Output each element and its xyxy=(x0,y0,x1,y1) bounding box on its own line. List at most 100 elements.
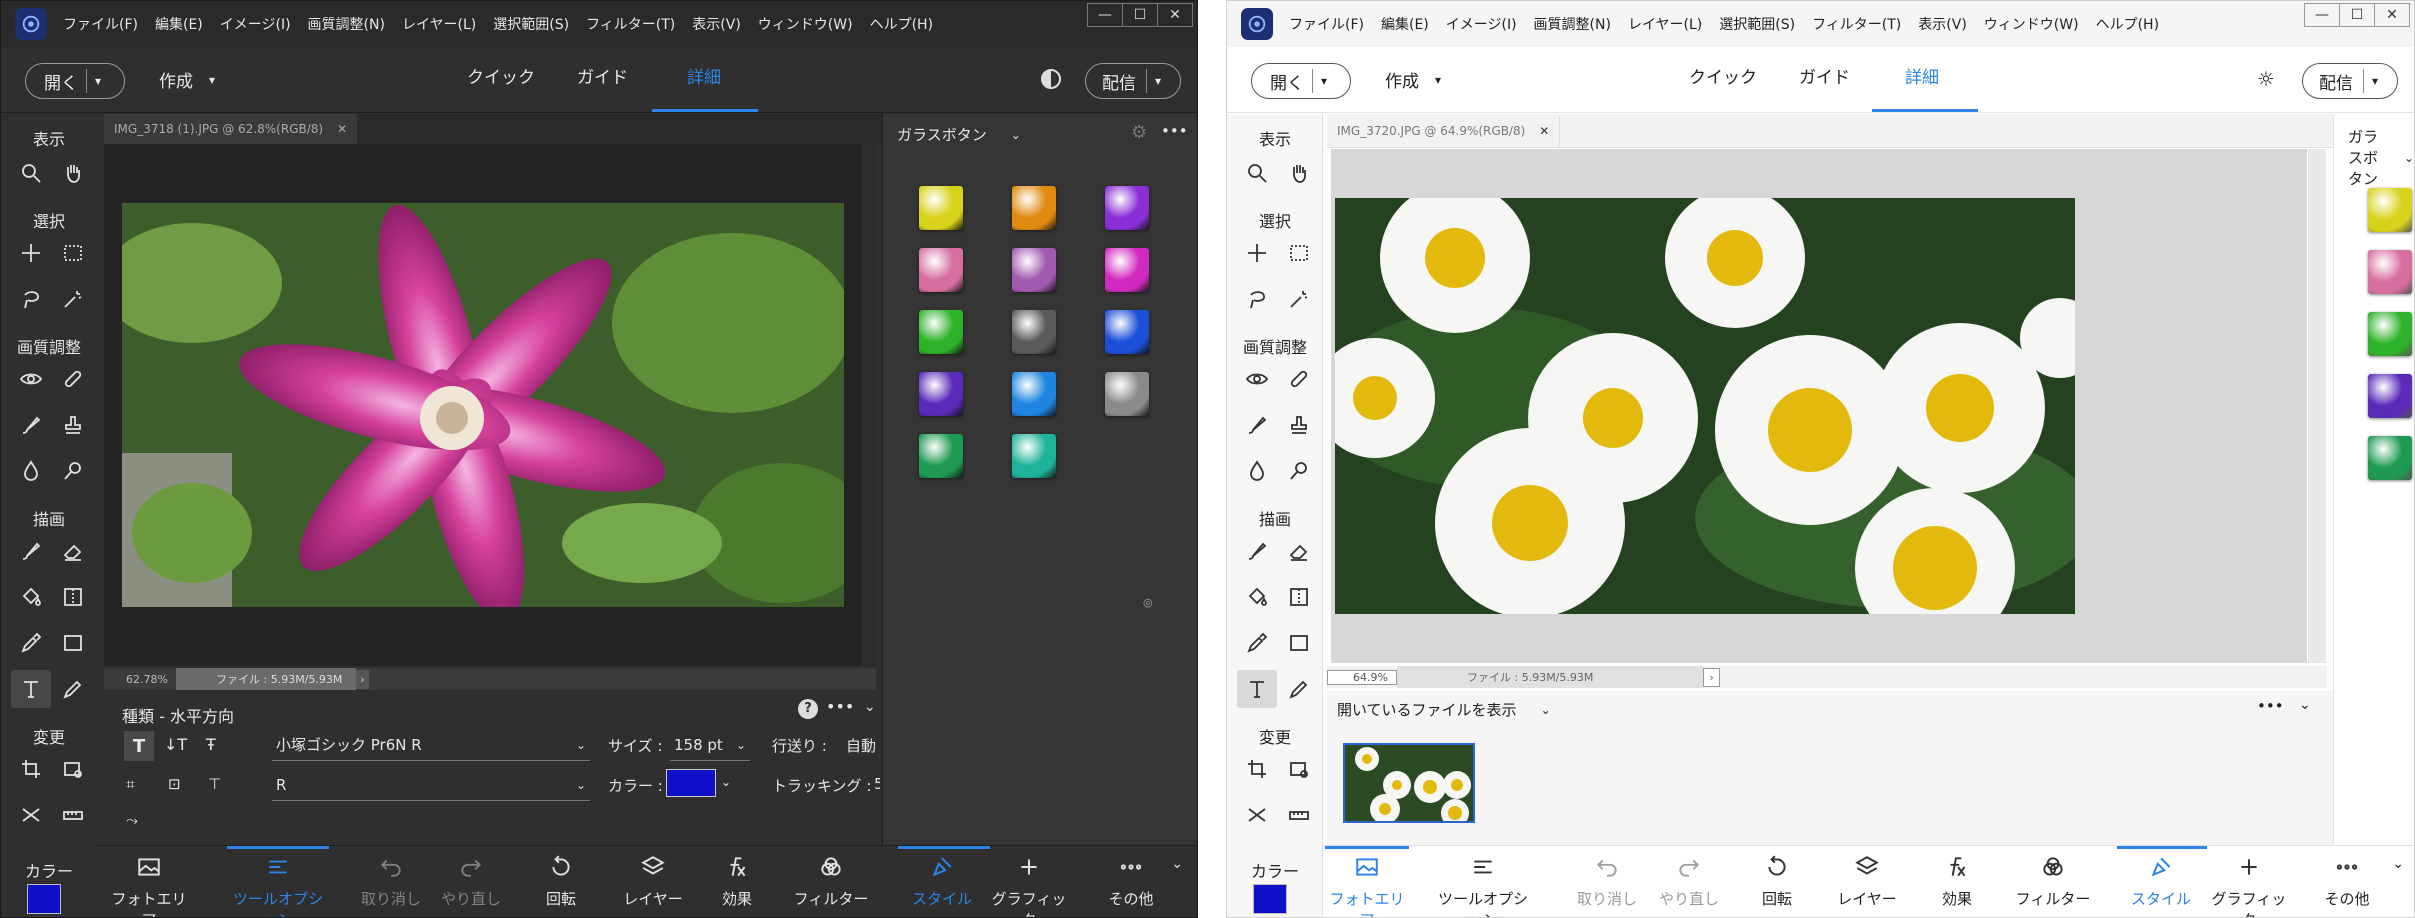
vertical-scrollbar[interactable] xyxy=(2308,149,2326,663)
menu-image[interactable]: イメージ(I) xyxy=(220,14,291,34)
type-tool-icon[interactable] xyxy=(11,670,51,708)
magic-wand-icon[interactable] xyxy=(53,280,93,318)
zoom-tool-icon[interactable] xyxy=(1237,154,1277,192)
eraser-tool-icon[interactable] xyxy=(53,532,93,570)
create-button[interactable]: 作成 ▾ xyxy=(159,67,215,92)
glass-style-purple[interactable] xyxy=(2368,374,2412,418)
undo-button[interactable]: 取り消し xyxy=(347,854,435,909)
zoom-readout[interactable]: 64.9% xyxy=(1327,669,1397,685)
filters-button[interactable]: フィルター xyxy=(787,854,875,909)
rotate-button[interactable]: 回転 xyxy=(1733,854,1821,909)
size-select[interactable]: 158 pt ⌄ xyxy=(670,729,750,761)
chevron-down-icon[interactable]: ⌄ xyxy=(2392,856,2404,872)
menu-edit[interactable]: 編集(E) xyxy=(155,14,203,34)
smart-brush-icon[interactable] xyxy=(1237,406,1277,444)
marquee-tool-icon[interactable] xyxy=(53,234,93,272)
bin-filter-select[interactable]: 開いているファイルを表示 ⌄ xyxy=(1337,699,1551,720)
text-color-swatch[interactable] xyxy=(666,769,716,797)
glass-style-purple[interactable] xyxy=(919,372,963,416)
glass-style-emerald[interactable] xyxy=(919,434,963,478)
more-options-icon[interactable]: ••• xyxy=(826,697,854,716)
tab-quick[interactable]: クイック xyxy=(467,63,535,88)
menu-select[interactable]: 選択範囲(S) xyxy=(493,14,569,34)
glass-style-sky-blue[interactable] xyxy=(1012,372,1056,416)
menu-enhance[interactable]: 画質調整(N) xyxy=(1534,14,1611,34)
graphics-button[interactable]: グラフィック xyxy=(2205,854,2293,917)
gradient-tool-icon[interactable] xyxy=(1279,578,1319,616)
more-button[interactable]: その他 xyxy=(2303,854,2391,909)
sponge-tool-icon[interactable] xyxy=(1279,452,1319,490)
status-expand-icon[interactable]: › xyxy=(356,669,369,689)
styles-button[interactable]: スタイル xyxy=(2117,854,2205,909)
menu-image[interactable]: イメージ(I) xyxy=(1446,14,1517,34)
undo-button[interactable]: 取り消し xyxy=(1563,854,1651,909)
more-button[interactable]: その他 xyxy=(1087,854,1175,909)
rotate-button[interactable]: 回転 xyxy=(517,854,605,909)
foreground-color-swatch[interactable] xyxy=(1253,884,1287,914)
leading-value[interactable]: 自動 xyxy=(846,735,876,756)
share-button[interactable]: 配信 ▾ xyxy=(1085,63,1181,99)
content-aware-move-icon[interactable] xyxy=(11,796,51,834)
horizontal-type-icon[interactable]: T xyxy=(124,731,154,761)
tab-guided[interactable]: ガイド xyxy=(577,63,628,88)
menu-edit[interactable]: 編集(E) xyxy=(1381,14,1429,34)
redo-button[interactable]: やり直し xyxy=(1645,854,1733,909)
type-tool-icon[interactable] xyxy=(1237,670,1277,708)
glass-style-green[interactable] xyxy=(2368,312,2412,356)
marquee-tool-icon[interactable] xyxy=(1279,234,1319,272)
paint-bucket-icon[interactable] xyxy=(1237,578,1277,616)
menu-view[interactable]: 表示(V) xyxy=(692,14,741,34)
brush-tool-icon[interactable] xyxy=(11,532,51,570)
glass-style-mauve[interactable] xyxy=(1012,248,1056,292)
straighten-tool-icon[interactable] xyxy=(1279,796,1319,834)
menu-layer[interactable]: レイヤー(L) xyxy=(402,14,476,34)
document-tab[interactable]: IMG_3720.JPG @ 64.9%(RGB/8) ✕ xyxy=(1327,116,1561,146)
theme-toggle-icon[interactable] xyxy=(1041,69,1061,89)
gradient-tool-icon[interactable] xyxy=(53,578,93,616)
resize-grip-icon[interactable]: ◎ xyxy=(1143,596,1153,609)
style-category-select[interactable]: ガラスボタン ⌄ xyxy=(2348,126,2414,189)
hand-tool-icon[interactable] xyxy=(53,154,93,192)
styles-button[interactable]: スタイル xyxy=(898,854,986,909)
sun-icon[interactable]: ☼ xyxy=(2257,67,2275,91)
glass-style-gray[interactable] xyxy=(1012,310,1056,354)
type-shape-icon[interactable]: ⊤ xyxy=(208,775,221,793)
red-eye-tool-icon[interactable] xyxy=(1237,360,1277,398)
straighten-tool-icon[interactable] xyxy=(53,796,93,834)
minimize-button[interactable]: — xyxy=(1087,3,1123,27)
font-style-select[interactable]: R ⌄ xyxy=(272,769,590,801)
photo-daisies[interactable] xyxy=(1335,198,2075,614)
tracking-value[interactable]: 50 xyxy=(874,775,880,793)
warp-text-icon[interactable]: ⤳ xyxy=(126,811,138,829)
collapse-icon[interactable]: ⌄ xyxy=(2299,697,2311,713)
tab-quick[interactable]: クイック xyxy=(1689,63,1757,88)
magic-wand-icon[interactable] xyxy=(1279,280,1319,318)
menu-help[interactable]: ヘルプ(H) xyxy=(2096,14,2159,34)
menu-select[interactable]: 選択範囲(S) xyxy=(1719,14,1795,34)
close-tab-icon[interactable]: ✕ xyxy=(337,122,347,136)
recompose-tool-icon[interactable] xyxy=(1279,750,1319,788)
menu-file[interactable]: ファイル(F) xyxy=(63,14,138,34)
layers-button[interactable]: レイヤー xyxy=(609,854,697,909)
chevron-down-icon[interactable]: ⌄ xyxy=(721,775,731,789)
open-button[interactable]: 開く ▾ xyxy=(25,63,125,99)
tool-options-button[interactable]: ツールオプション xyxy=(227,854,329,917)
effects-button[interactable]: 効果 xyxy=(1913,854,2001,909)
clone-stamp-icon[interactable] xyxy=(1279,406,1319,444)
photo-bin-button[interactable]: フォトエリア xyxy=(1323,854,1411,917)
eyedropper-icon[interactable] xyxy=(11,624,51,662)
brush-tool-icon[interactable] xyxy=(1237,532,1277,570)
blur-tool-icon[interactable] xyxy=(1237,452,1277,490)
healing-brush-icon[interactable] xyxy=(1279,360,1319,398)
status-expand-icon[interactable]: › xyxy=(1703,667,1720,687)
menu-enhance[interactable]: 画質調整(N) xyxy=(308,14,385,34)
close-button[interactable]: ✕ xyxy=(1157,3,1193,27)
minimize-button[interactable]: — xyxy=(2304,3,2340,27)
font-family-select[interactable]: 小塚ゴシック Pr6N R ⌄ xyxy=(272,729,590,761)
bin-thumbnail[interactable] xyxy=(1343,743,1475,823)
menu-window[interactable]: ウィンドウ(W) xyxy=(1984,14,2079,34)
panel-menu-icon[interactable]: ••• xyxy=(1161,122,1188,140)
photo-bin-button[interactable]: フォトエリア xyxy=(105,854,193,917)
close-tab-icon[interactable]: ✕ xyxy=(1539,124,1549,138)
document-tab[interactable]: IMG_3718 (1).JPG @ 62.8%(RGB/8) ✕ xyxy=(104,114,358,144)
